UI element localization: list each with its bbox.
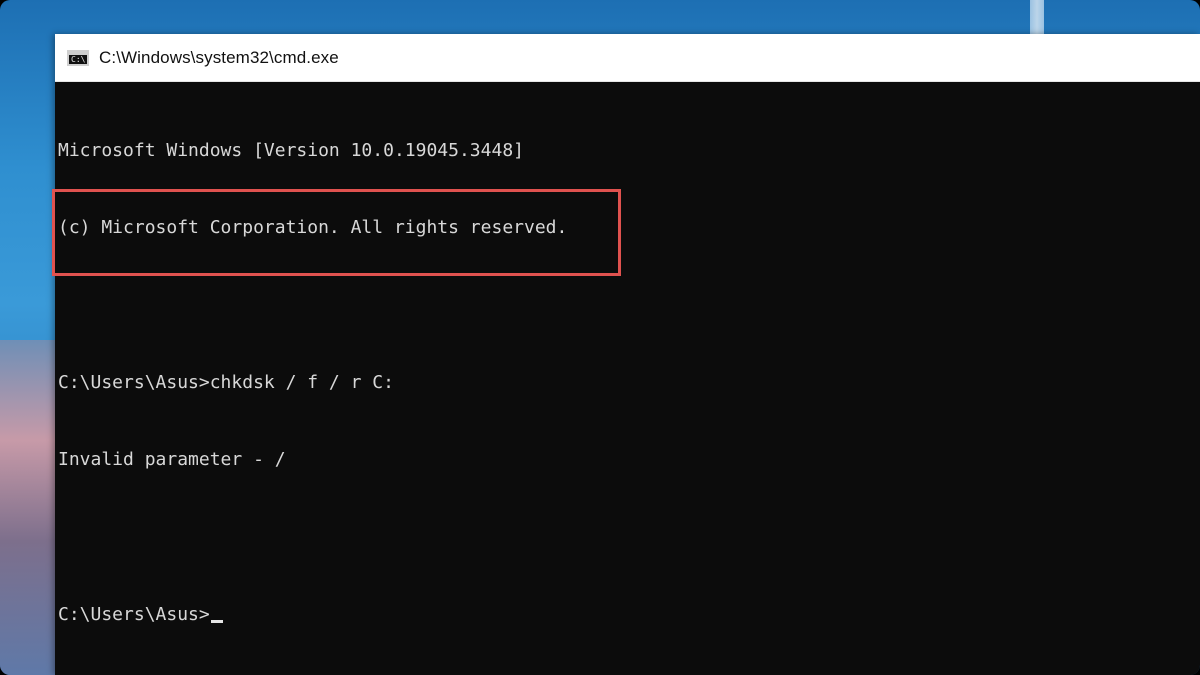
- console-version-line: Microsoft Windows [Version 10.0.19045.34…: [58, 139, 524, 161]
- console-prompt-line[interactable]: C:\Users\Asus>: [58, 602, 1200, 628]
- window-title: C:\Windows\system32\cmd.exe: [99, 47, 339, 67]
- console-prompt-text: C:\Users\Asus>: [58, 603, 210, 625]
- console-command-line: C:\Users\Asus>chkdsk / f / r C:: [58, 371, 394, 393]
- cmd-window[interactable]: C:\ C:\Windows\system32\cmd.exe Microsof…: [52, 34, 1200, 675]
- console-output[interactable]: Microsoft Windows [Version 10.0.19045.34…: [52, 82, 1200, 675]
- console-copyright-line: (c) Microsoft Corporation. All rights re…: [58, 216, 568, 238]
- text-cursor: [210, 619, 223, 623]
- desktop-background: C:\ C:\Windows\system32\cmd.exe Microsof…: [0, 0, 1200, 675]
- window-titlebar[interactable]: C:\ C:\Windows\system32\cmd.exe: [55, 34, 1200, 82]
- wallpaper-highlight: [1030, 0, 1044, 34]
- cmd-icon-glyph: C:\: [71, 54, 86, 64]
- console-error-line: Invalid parameter - /: [58, 449, 286, 471]
- wallpaper-edge: [0, 340, 56, 675]
- cmd-icon[interactable]: C:\: [67, 49, 89, 66]
